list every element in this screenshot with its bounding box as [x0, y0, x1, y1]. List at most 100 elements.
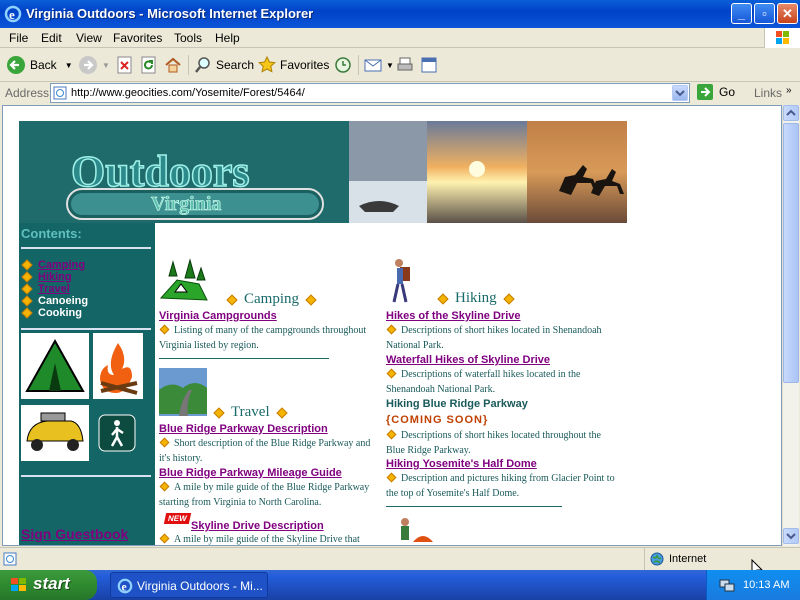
mail-button[interactable]: ▼: [364, 53, 394, 77]
forward-button[interactable]: ▼: [78, 53, 110, 77]
menu-help[interactable]: Help: [215, 31, 240, 45]
history-button[interactable]: [334, 53, 356, 77]
stop-icon: [117, 56, 132, 74]
diamond-bullet-icon: [503, 292, 515, 305]
window-title: Virginia Outdoors - Microsoft Internet E…: [26, 6, 314, 21]
address-label: Address: [5, 86, 50, 100]
left-sidebar: Contents: Camping Hiking Travel Canoeing…: [19, 223, 155, 545]
go-button[interactable]: Go: [696, 83, 735, 101]
address-dropdown-button[interactable]: [672, 85, 688, 101]
search-label: Search: [216, 58, 255, 72]
go-arrow-icon: [697, 84, 713, 100]
favorites-button[interactable]: Favorites: [258, 53, 329, 77]
scroll-up-button[interactable]: [783, 105, 799, 121]
windows-logo-icon: [11, 578, 26, 591]
page-viewport: Outdoors Virginia Contents: Camping Hiki…: [2, 105, 782, 546]
blue-ridge-mileage-link[interactable]: Blue Ridge Parkway Mileage Guide: [159, 467, 342, 479]
taskbar-ie-window[interactable]: e Virginia Outdoors - Mi...: [110, 572, 268, 598]
hiking-heading: Hiking: [431, 290, 521, 307]
nav-hiking[interactable]: Hiking: [21, 271, 72, 283]
nav-cooking-label: Cooking: [38, 307, 82, 319]
menu-edit[interactable]: Edit: [41, 31, 62, 45]
skyline-drive-description-text: A mile by mile guide of the Skyline Driv…: [159, 532, 377, 545]
blue-ridge-hiking-text: Descriptions of short hikes located thro…: [386, 428, 608, 458]
contents-heading: Contents:: [21, 226, 82, 241]
hiker-icon: [392, 259, 410, 303]
chevron-down-icon: [675, 90, 685, 97]
standard-toolbar: Back ▼ ▼ Search Favorites ▼: [0, 49, 800, 82]
back-dropdown-icon[interactable]: ▼: [65, 61, 73, 70]
refresh-icon: [141, 56, 156, 74]
address-input[interactable]: http://www.geocities.com/Yosemite/Forest…: [50, 83, 690, 103]
maximize-button[interactable]: ▫: [754, 3, 775, 24]
status-bar: Internet: [0, 547, 800, 578]
nav-canoeing: Canoeing: [21, 295, 88, 307]
windows-flag-icon: [764, 28, 800, 48]
taskbar: start e Virginia Outdoors - Mi... 10:13 …: [0, 570, 800, 600]
diamond-bullet-icon: [159, 533, 170, 544]
nav-travel[interactable]: Travel: [21, 283, 70, 295]
search-button[interactable]: Search: [194, 53, 254, 77]
scroll-down-button[interactable]: [783, 528, 799, 544]
cooking-clipart-icon: [401, 518, 433, 542]
star-icon: [258, 56, 276, 73]
nav-camping-link[interactable]: Camping: [38, 259, 85, 271]
close-button[interactable]: ✕: [777, 3, 798, 24]
virginia-campgrounds-link[interactable]: Virginia Campgrounds: [159, 310, 277, 322]
nav-camping[interactable]: Camping: [21, 259, 85, 271]
camping-heading-text: Camping: [244, 291, 299, 307]
scroll-thumb[interactable]: [783, 123, 799, 383]
blue-ridge-hiking-title: Hiking Blue Ridge Parkway: [386, 398, 528, 410]
blue-ridge-description-link[interactable]: Blue Ridge Parkway Description: [159, 423, 328, 435]
campgrounds-description: Listing of many of the campgrounds throu…: [159, 323, 373, 353]
menu-view[interactable]: View: [76, 31, 102, 45]
skyline-drive-description-link[interactable]: Skyline Drive Description: [191, 520, 324, 532]
menu-tools[interactable]: Tools: [174, 31, 202, 45]
skyline-hikes-text: Descriptions of short hikes located in S…: [386, 323, 608, 353]
waterfall-hikes-link[interactable]: Waterfall Hikes of Skyline Drive: [386, 354, 550, 366]
forward-arrow-icon: [79, 56, 97, 74]
banner-subtitle: Virginia: [151, 193, 221, 215]
sign-guestbook-link[interactable]: Sign Guestbook: [21, 526, 128, 542]
sidebar-clipart: [21, 333, 143, 461]
banner-title: Outdoors: [71, 147, 249, 196]
svg-text:e: e: [9, 7, 15, 22]
stop-button[interactable]: [116, 53, 138, 77]
ie-icon: e: [4, 5, 22, 23]
vertical-scrollbar[interactable]: [782, 105, 799, 546]
diamond-bullet-icon: [159, 437, 170, 448]
chevron-up-icon: [786, 109, 796, 116]
browser-window: e Virginia Outdoors - Microsoft Internet…: [0, 0, 800, 578]
menu-favorites[interactable]: Favorites: [113, 31, 162, 45]
diamond-bullet-icon: [226, 293, 238, 306]
minimize-button[interactable]: _: [731, 3, 752, 24]
home-icon: [165, 57, 181, 73]
half-dome-link[interactable]: Hiking Yosemite's Half Dome: [386, 458, 537, 470]
title-bar[interactable]: e Virginia Outdoors - Microsoft Internet…: [0, 0, 800, 28]
diamond-bullet-icon: [21, 259, 33, 271]
links-toolbar[interactable]: Links: [754, 86, 782, 100]
half-dome-body: Description and pictures hiking from Gla…: [386, 473, 615, 499]
start-button[interactable]: start: [0, 570, 97, 600]
diamond-bullet-icon: [21, 295, 33, 307]
forward-dropdown-icon[interactable]: ▼: [102, 61, 110, 70]
hiking-heading-text: Hiking: [455, 290, 497, 306]
campsite-icon: [159, 258, 208, 301]
mail-dropdown-icon[interactable]: ▼: [386, 61, 394, 70]
edit-button[interactable]: [420, 53, 442, 77]
back-button[interactable]: Back ▼: [6, 53, 73, 77]
blue-ridge-description-text: Short description of the Blue Ridge Park…: [159, 436, 377, 466]
back-arrow-icon: [7, 56, 25, 74]
home-button[interactable]: [164, 53, 186, 77]
print-button[interactable]: [396, 53, 418, 77]
road-landscape-icon: [159, 368, 207, 416]
skyline-hikes-link[interactable]: Hikes of the Skyline Drive: [386, 310, 521, 322]
network-icon[interactable]: [719, 577, 735, 593]
menu-file[interactable]: File: [9, 31, 28, 45]
taskbar-ie-label: Virginia Outdoors - Mi...: [137, 579, 263, 593]
nav-hiking-link[interactable]: Hiking: [38, 271, 72, 283]
refresh-button[interactable]: [140, 53, 162, 77]
nav-travel-link[interactable]: Travel: [38, 283, 70, 295]
chevron-right-icon[interactable]: »: [786, 85, 792, 96]
go-label: Go: [719, 85, 736, 99]
